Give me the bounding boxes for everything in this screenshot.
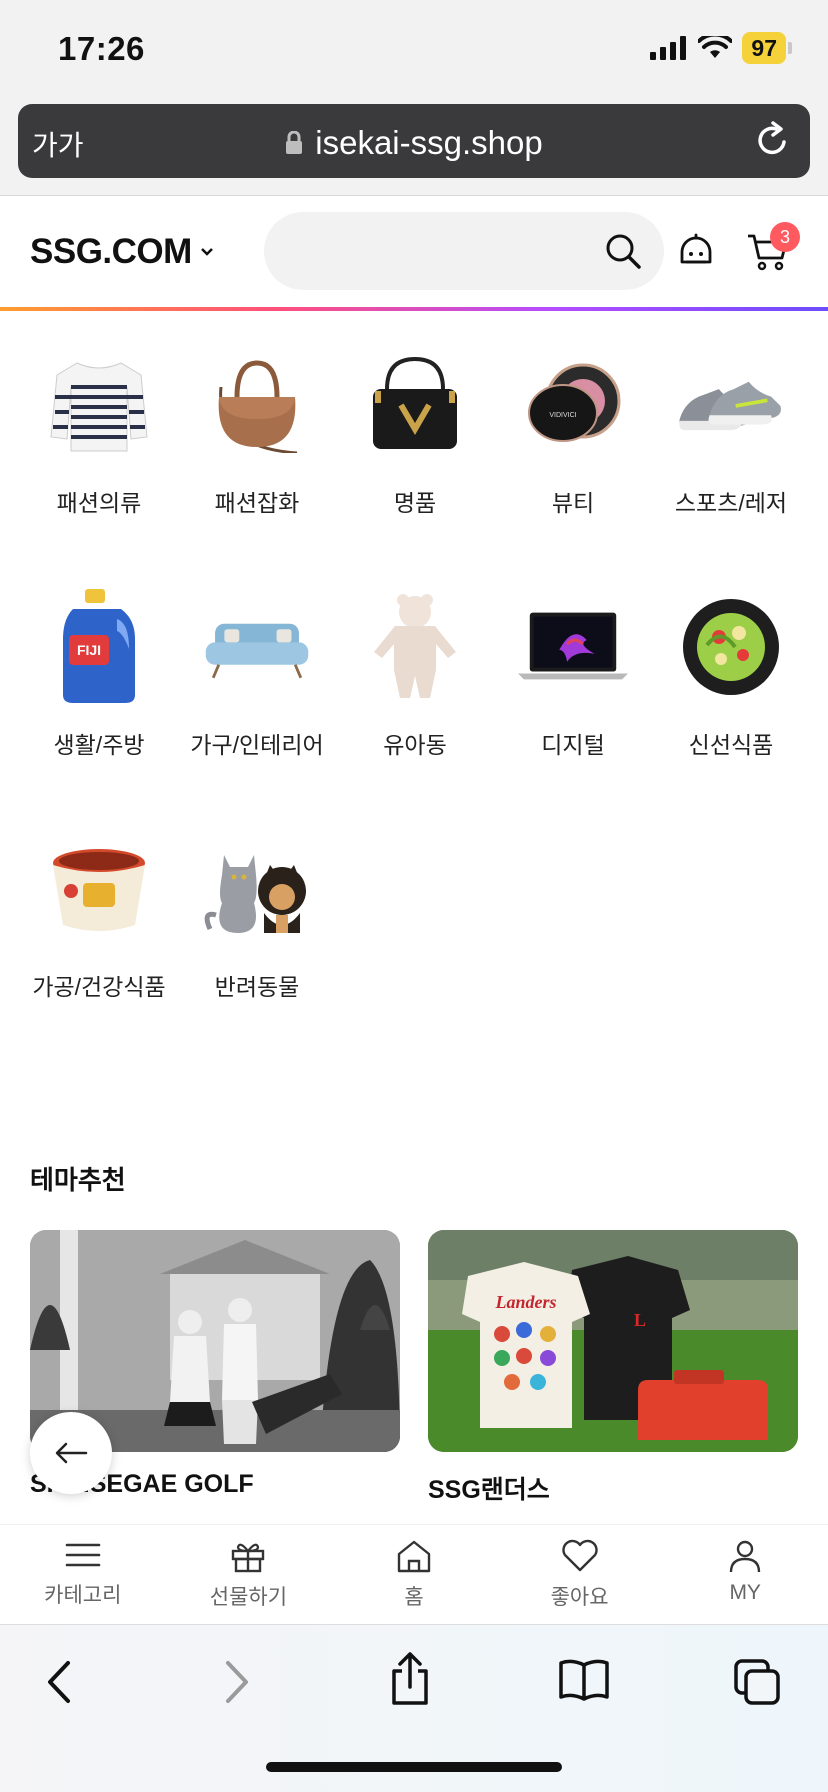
svg-text:Landers: Landers xyxy=(494,1292,556,1312)
category-label: 명품 xyxy=(393,490,437,516)
status-bar: 17:26 97 xyxy=(0,0,828,100)
category-luxury[interactable]: 명품 xyxy=(336,350,494,522)
category-fresh-food[interactable]: 신선식품 xyxy=(652,592,810,764)
heart-icon xyxy=(561,1539,598,1572)
nav-my[interactable]: MY xyxy=(662,1525,828,1624)
cart-count-badge: 3 xyxy=(770,222,800,252)
address-bar[interactable]: 가가 isekai-ssg.shop xyxy=(18,104,810,178)
theme-card-landers[interactable]: L Landers xyxy=(428,1230,798,1452)
gift-icon xyxy=(232,1543,265,1573)
chatbot-icon[interactable] xyxy=(676,232,716,272)
home-icon xyxy=(397,1540,431,1573)
nav-label: 홈 xyxy=(404,1586,424,1609)
share-icon[interactable] xyxy=(388,1651,432,1707)
status-time: 17:26 xyxy=(58,30,145,67)
category-label: 반려동물 xyxy=(214,974,300,1000)
handbag-icon xyxy=(202,350,312,460)
battery-tip xyxy=(788,42,792,54)
detergent-bottle-icon: FIJI xyxy=(44,589,154,703)
nav-gift[interactable]: 선물하기 xyxy=(166,1525,332,1624)
signal-icon xyxy=(650,36,687,60)
url-display[interactable]: isekai-ssg.shop xyxy=(18,124,810,162)
battery-level: 97 xyxy=(742,32,786,64)
nav-label: MY xyxy=(729,1581,761,1604)
browser-address-area: 가가 isekai-ssg.shop xyxy=(0,100,828,196)
category-label: 뷰티 xyxy=(551,490,595,516)
category-label: 가구/인테리어 xyxy=(190,732,324,758)
luxury-bag-icon xyxy=(360,350,470,460)
lock-icon xyxy=(286,131,303,154)
cat-and-dog-icon xyxy=(202,834,312,944)
nav-home[interactable]: 홈 xyxy=(331,1525,497,1624)
logo-text: SSG.COM xyxy=(30,232,192,271)
category-processed-health-food[interactable]: 가공/건강식품 xyxy=(20,834,178,1006)
nav-category[interactable]: 카테고리 xyxy=(0,1525,166,1624)
browser-back-icon[interactable] xyxy=(42,1657,76,1707)
user-icon xyxy=(729,1540,761,1573)
search-icon[interactable] xyxy=(604,232,642,270)
status-icons: 97 xyxy=(650,32,792,64)
site-header: SSG.COM xyxy=(0,196,828,310)
theme-section-title: 테마추천 xyxy=(30,1165,126,1195)
cushion-compact-icon: VIDIVICI xyxy=(518,350,628,460)
baby-romper-icon xyxy=(360,592,470,702)
tabs-icon[interactable] xyxy=(732,1657,782,1707)
url-text: isekai-ssg.shop xyxy=(315,124,543,161)
category-label: 신선식품 xyxy=(688,732,774,758)
header-gradient-divider xyxy=(0,307,828,311)
reload-icon[interactable] xyxy=(754,120,792,160)
nav-likes[interactable]: 좋아요 xyxy=(497,1525,663,1624)
category-label: 유아동 xyxy=(383,732,447,758)
category-label: 패션의류 xyxy=(56,490,142,516)
category-living-kitchen[interactable]: FIJI 생활/주방 xyxy=(20,589,178,764)
category-beauty[interactable]: VIDIVICI 뷰티 xyxy=(494,350,652,522)
category-fashion-clothing[interactable]: 패션의류 xyxy=(20,350,178,522)
menu-icon xyxy=(65,1543,101,1567)
category-furniture-interior[interactable]: 가구/인테리어 xyxy=(178,592,336,764)
laptop-icon xyxy=(518,592,628,702)
bottom-navigation: 카테고리 선물하기 홈 좋아요 MY xyxy=(0,1524,828,1624)
nav-label: 좋아요 xyxy=(550,1586,609,1609)
striped-shirt-icon xyxy=(44,350,154,460)
category-label: 가공/건강식품 xyxy=(32,974,166,1000)
sofa-icon xyxy=(202,592,312,702)
category-sports-leisure[interactable]: 스포츠/레저 xyxy=(652,350,810,522)
sneakers-icon xyxy=(676,350,786,460)
category-label: 스포츠/레저 xyxy=(674,490,788,516)
salad-plate-icon xyxy=(676,592,786,702)
category-grid: 패션의류 패션잡화 명품 VIDIVICI 뷰티 스포츠/레저 FIJI 생활/… xyxy=(20,350,810,1006)
instant-rice-bowl-icon xyxy=(44,834,154,944)
floating-back-button[interactable] xyxy=(30,1412,112,1494)
category-digital[interactable]: 디지털 xyxy=(494,592,652,764)
browser-forward-icon[interactable] xyxy=(220,1657,254,1707)
wifi-icon xyxy=(698,36,733,58)
nav-label: 카테고리 xyxy=(44,1584,122,1607)
category-fashion-goods[interactable]: 패션잡화 xyxy=(178,350,336,522)
bookmarks-icon[interactable] xyxy=(558,1657,610,1703)
arrow-left-icon xyxy=(55,1442,88,1464)
search-input[interactable] xyxy=(264,212,664,290)
theme-card-landers-name: SSG랜더스 xyxy=(428,1476,550,1504)
category-kids[interactable]: 유아동 xyxy=(336,592,494,764)
category-label: 디지털 xyxy=(541,732,605,758)
chevron-down-icon[interactable] xyxy=(200,247,214,257)
category-pets[interactable]: 반려동물 xyxy=(178,834,336,1006)
site-logo[interactable]: SSG.COM xyxy=(30,232,214,272)
landers-banner-image: L Landers xyxy=(428,1230,798,1452)
category-label: 생활/주방 xyxy=(53,732,145,758)
svg-text:FIJI: FIJI xyxy=(77,642,101,658)
category-label: 패션잡화 xyxy=(214,490,300,516)
nav-label: 선물하기 xyxy=(209,1586,288,1609)
svg-text:VIDIVICI: VIDIVICI xyxy=(549,412,576,419)
svg-text:L: L xyxy=(634,1310,646,1330)
home-indicator xyxy=(266,1762,562,1772)
